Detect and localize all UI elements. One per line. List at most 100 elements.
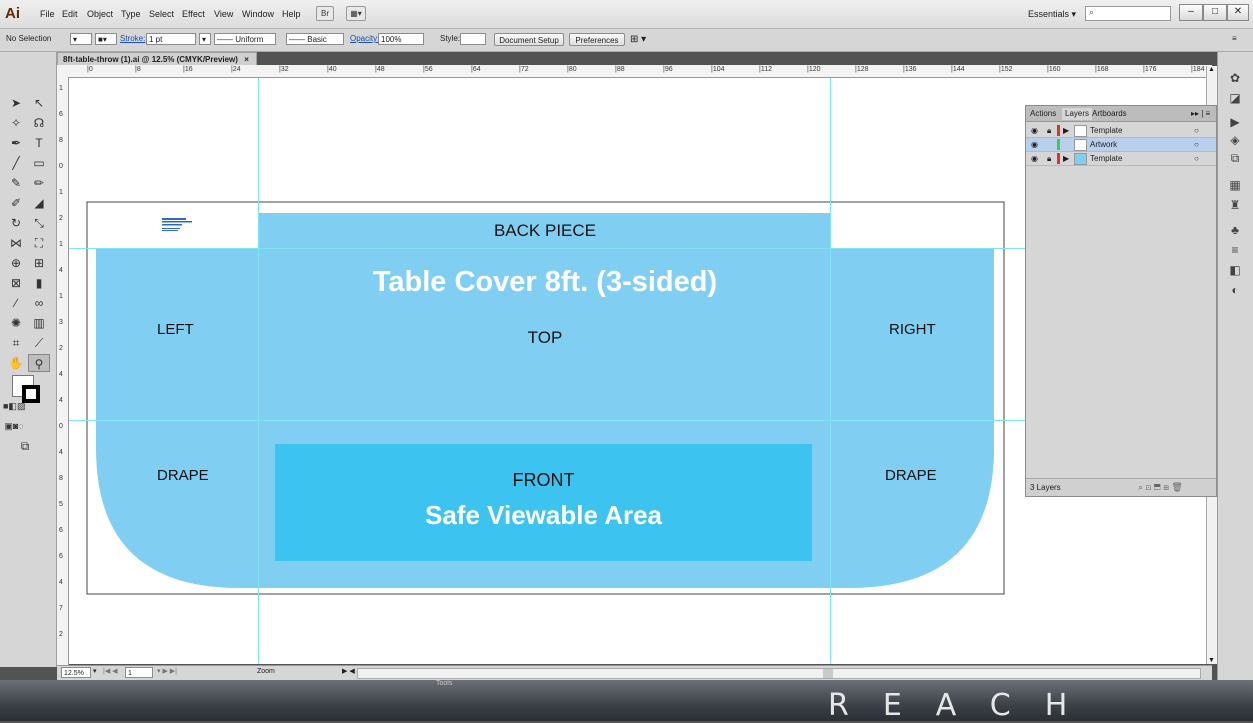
menu-window[interactable]: Window <box>242 9 274 19</box>
menu-object[interactable]: Object <box>87 9 113 19</box>
blob-brush-tool-icon[interactable]: ✐ <box>5 194 27 212</box>
arrange-icon[interactable]: ⊞ ▾ <box>630 34 646 45</box>
target-icon[interactable]: ○ <box>1194 138 1199 151</box>
pencil-tool-icon[interactable]: ✏ <box>28 174 50 192</box>
direct-selection-tool-icon[interactable]: ↖ <box>28 94 50 112</box>
slice-tool-icon[interactable]: ⟋ <box>28 334 50 352</box>
panel-menu-icon[interactable]: ▸▸ | ≡ <box>1191 108 1210 120</box>
screen-mode-icon[interactable]: ⧉ <box>14 437 36 455</box>
opacity-input[interactable]: 100% <box>378 33 424 45</box>
paintbrush-tool-icon[interactable]: ✎ <box>5 174 27 192</box>
magic-wand-tool-icon[interactable]: ✧ <box>5 114 27 132</box>
first-artboard-icon[interactable]: |◀ ◀ <box>103 667 118 675</box>
horizontal-scrollbar[interactable] <box>357 668 1201 679</box>
preferences-button[interactable]: Preferences <box>569 33 625 46</box>
blend-tool-icon[interactable]: ∞ <box>28 294 50 312</box>
layer-actions-icon[interactable]: ⌕ ⊡ ⬒ ⊞ 🗑︎ <box>1138 482 1183 493</box>
menu-help[interactable]: Help <box>282 9 301 19</box>
eye-icon[interactable]: ◉ <box>1031 152 1038 165</box>
zoom-tool-icon[interactable]: ⚲ <box>28 354 50 372</box>
gradient-icon[interactable]: ◧ <box>1224 262 1246 278</box>
perspective-grid-tool-icon[interactable]: ⊞ <box>28 254 50 272</box>
document-tab[interactable]: 8ft-table-throw (1).ai @ 12.5% (CMYK/Pre… <box>57 52 257 65</box>
zoom-level-input[interactable]: 12.5% <box>61 667 91 678</box>
eyedropper-tool-icon[interactable]: ⁄ <box>5 294 27 312</box>
color-mode-icon[interactable]: ■◧▨ <box>3 397 25 415</box>
menu-edit[interactable]: Edit <box>62 9 78 19</box>
lock-icon[interactable]: 🔒︎ <box>1047 152 1051 165</box>
lock-icon[interactable]: 🔒︎ <box>1047 124 1051 137</box>
opacity-label[interactable]: Opacity: <box>350 34 379 43</box>
symbols-icon[interactable]: ✿ <box>1224 70 1246 86</box>
arrange-documents-icon[interactable]: ▦▾ <box>346 6 366 21</box>
hand-tool-icon[interactable]: ✋ <box>5 354 27 372</box>
shape-builder-tool-icon[interactable]: ⊕ <box>5 254 27 272</box>
menu-file[interactable]: File <box>40 9 55 19</box>
rotate-tool-icon[interactable]: ↻ <box>5 214 27 232</box>
panel-menu-icon[interactable]: ≡ <box>1232 34 1237 43</box>
layer-name[interactable]: Template <box>1090 152 1122 165</box>
stroke-icon[interactable]: ≡ <box>1224 242 1246 258</box>
lasso-tool-icon[interactable]: ☊ <box>28 114 50 132</box>
brushes-icon[interactable]: ♜ <box>1224 197 1246 213</box>
close-button[interactable]: ✕ <box>1227 4 1249 21</box>
status-menu-icon[interactable]: ▶ ◀ <box>342 667 355 675</box>
tab-artboards[interactable]: Artboards <box>1092 108 1127 120</box>
graph-tool-icon[interactable]: ▥ <box>28 314 50 332</box>
layer-row[interactable]: ◉ Artwork ○ <box>1026 138 1216 152</box>
expand-icon[interactable]: ▶ <box>1063 152 1069 165</box>
mesh-tool-icon[interactable]: ⊠ <box>5 274 27 292</box>
bridge-button[interactable]: Br <box>316 6 334 21</box>
target-icon[interactable]: ○ <box>1194 152 1199 165</box>
target-icon[interactable]: ○ <box>1194 124 1199 137</box>
help-search-input[interactable]: ⌕ <box>1085 6 1171 21</box>
minimize-button[interactable]: – <box>1179 4 1203 21</box>
artboard-tool-icon[interactable]: ⌗ <box>5 334 27 352</box>
layer-row[interactable]: ◉ 🔒︎ ▶ Template ○ <box>1026 152 1216 166</box>
chevron-down-icon[interactable]: ▾ <box>93 667 97 675</box>
horizontal-ruler[interactable]: |0 |8 |16 |24 |32 |40 |48 |56 |64 |72 |80 |88 |96 |10… <box>57 65 1212 78</box>
vertical-ruler[interactable]: 1680121413244048566472 <box>57 77 69 667</box>
artboard-number-input[interactable]: 1 <box>125 667 153 678</box>
eye-icon[interactable]: ◉ <box>1031 124 1038 137</box>
layer-name[interactable]: Artwork <box>1090 138 1117 151</box>
variable-width-profile[interactable]: —— Uniform <box>214 33 276 45</box>
graphic-styles-icon[interactable]: ◪ <box>1224 90 1246 106</box>
symbols-club-icon[interactable]: ♣ <box>1224 222 1246 238</box>
maximize-button[interactable]: □ <box>1203 4 1227 21</box>
color-guide-icon[interactable]: ▦ <box>1224 177 1246 193</box>
gradient-tool-icon[interactable]: ▮ <box>28 274 50 292</box>
line-tool-icon[interactable]: ╱ <box>5 154 27 172</box>
actions-icon[interactable]: ▶ <box>1224 114 1246 130</box>
fill-swatch[interactable]: ▾ <box>70 33 92 45</box>
selection-tool-icon[interactable]: ➤ <box>5 94 27 112</box>
stroke-label[interactable]: Stroke: <box>120 34 145 43</box>
scrollbar-thumb[interactable] <box>823 669 833 678</box>
drawing-mode-icon[interactable]: ▣◙◌ <box>3 417 25 435</box>
transparency-icon[interactable]: ◐ <box>1224 282 1246 298</box>
chevron-down-icon[interactable]: ▾ <box>199 33 211 45</box>
pen-tool-icon[interactable]: ✒ <box>5 134 27 152</box>
tab-layers[interactable]: Layers <box>1062 108 1093 120</box>
width-tool-icon[interactable]: ⋈ <box>5 234 27 252</box>
rectangle-tool-icon[interactable]: ▭ <box>28 154 50 172</box>
menu-view[interactable]: View <box>214 9 233 19</box>
workspace-switcher[interactable]: Essentials ▾ <box>1028 9 1076 20</box>
layer-name[interactable]: Template <box>1090 124 1122 137</box>
layer-row[interactable]: ◉ 🔒︎ ▶ Template ○ <box>1026 124 1216 138</box>
free-transform-tool-icon[interactable]: ⛶ <box>28 234 50 252</box>
document-setup-button[interactable]: Document Setup <box>494 33 564 46</box>
menu-effect[interactable]: Effect <box>182 9 205 19</box>
close-tab-icon[interactable]: × <box>244 55 249 64</box>
next-artboard-icon[interactable]: ▾ ▶ ▶| <box>157 667 177 675</box>
scroll-up-icon[interactable]: ▲ <box>1208 66 1215 73</box>
eye-icon[interactable]: ◉ <box>1031 138 1038 151</box>
tab-actions[interactable]: Actions <box>1030 108 1056 120</box>
eraser-tool-icon[interactable]: ◢ <box>28 194 50 212</box>
scroll-down-icon[interactable]: ▼ <box>1208 657 1215 664</box>
graphic-style-picker[interactable] <box>460 33 486 45</box>
expand-icon[interactable]: ▶ <box>1063 124 1069 137</box>
menu-select[interactable]: Select <box>149 9 174 19</box>
symbol-sprayer-tool-icon[interactable]: ✺ <box>5 314 27 332</box>
type-tool-icon[interactable]: T <box>28 134 50 152</box>
